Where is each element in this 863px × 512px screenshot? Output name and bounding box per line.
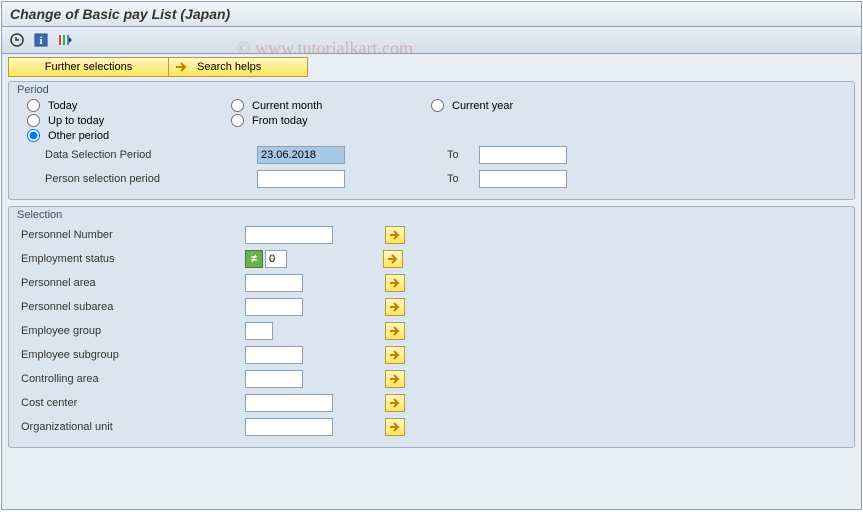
employee-subgroup-multi-button[interactable] xyxy=(385,346,405,364)
employment-status-input[interactable] xyxy=(265,250,287,268)
person-selection-to-input[interactable] xyxy=(479,170,567,188)
personnel-area-label: Personnel area xyxy=(17,277,245,289)
organizational-unit-input[interactable] xyxy=(245,418,333,436)
arrow-right-icon xyxy=(175,61,189,73)
personnel-number-label: Personnel Number xyxy=(17,229,245,241)
to-label-2: To xyxy=(447,173,479,185)
period-group-title: Period xyxy=(17,84,846,98)
person-selection-from-input[interactable] xyxy=(257,170,345,188)
arrow-right-icon xyxy=(387,254,399,264)
personnel-area-multi-button[interactable] xyxy=(385,274,405,292)
radio-other-period[interactable]: Other period xyxy=(27,129,231,142)
employee-subgroup-label: Employee subgroup xyxy=(17,349,245,361)
organizational-unit-label: Organizational unit xyxy=(17,421,245,433)
employee-group-input[interactable] xyxy=(245,322,273,340)
period-group: Period Today Current month Current year … xyxy=(8,81,855,200)
radio-from-today[interactable]: From today xyxy=(231,114,431,127)
person-selection-period-label: Person selection period xyxy=(17,173,229,185)
personnel-number-multi-button[interactable] xyxy=(385,226,405,244)
arrow-right-icon xyxy=(389,398,401,408)
cost-center-multi-button[interactable] xyxy=(385,394,405,412)
search-helps-button[interactable]: Search helps xyxy=(168,57,308,77)
radio-up-to-today[interactable]: Up to today xyxy=(27,114,231,127)
controlling-area-label: Controlling area xyxy=(17,373,245,385)
personnel-subarea-input[interactable] xyxy=(245,298,303,316)
arrow-right-icon xyxy=(389,350,401,360)
employee-group-multi-button[interactable] xyxy=(385,322,405,340)
arrow-right-icon xyxy=(389,302,401,312)
selection-group: Selection Personnel Number Employment st… xyxy=(8,206,855,448)
controlling-area-input[interactable] xyxy=(245,370,303,388)
cost-center-label: Cost center xyxy=(17,397,245,409)
employee-subgroup-input[interactable] xyxy=(245,346,303,364)
employment-status-label: Employment status xyxy=(17,253,245,265)
variant-icon[interactable] xyxy=(56,32,74,48)
radio-current-month[interactable]: Current month xyxy=(231,99,431,112)
data-selection-to-input[interactable] xyxy=(479,146,567,164)
radio-up-to-today-label: Up to today xyxy=(48,115,104,127)
page-title: Change of Basic pay List (Japan) xyxy=(2,2,861,27)
info-icon[interactable]: i xyxy=(32,32,50,48)
svg-text:i: i xyxy=(40,36,43,47)
action-buttons-row: Further selections Search helps xyxy=(8,57,855,77)
personnel-area-input[interactable] xyxy=(245,274,303,292)
radio-current-month-label: Current month xyxy=(252,100,322,112)
arrow-right-icon xyxy=(389,422,401,432)
radio-current-year[interactable]: Current year xyxy=(431,99,631,112)
execute-icon[interactable] xyxy=(8,32,26,48)
personnel-subarea-multi-button[interactable] xyxy=(385,298,405,316)
radio-from-today-label: From today xyxy=(252,115,308,127)
personnel-subarea-label: Personnel subarea xyxy=(17,301,245,313)
controlling-area-multi-button[interactable] xyxy=(385,370,405,388)
data-selection-from-input[interactable] xyxy=(257,146,345,164)
arrow-right-icon xyxy=(389,278,401,288)
radio-current-year-label: Current year xyxy=(452,100,513,112)
radio-today[interactable]: Today xyxy=(27,99,231,112)
personnel-number-input[interactable] xyxy=(245,226,333,244)
further-selections-button[interactable]: Further selections xyxy=(8,57,168,77)
employment-status-multi-button[interactable] xyxy=(383,250,403,268)
arrow-right-icon xyxy=(389,230,401,240)
arrow-right-icon xyxy=(389,326,401,336)
data-selection-period-label: Data Selection Period xyxy=(17,149,229,161)
search-helps-label: Search helps xyxy=(197,61,261,73)
to-label-1: To xyxy=(447,149,479,161)
selection-group-title: Selection xyxy=(17,209,846,223)
cost-center-input[interactable] xyxy=(245,394,333,412)
app-toolbar: i xyxy=(2,27,861,54)
radio-other-period-label: Other period xyxy=(48,130,109,142)
not-equal-icon: ≠ xyxy=(245,250,263,268)
organizational-unit-multi-button[interactable] xyxy=(385,418,405,436)
arrow-right-icon xyxy=(389,374,401,384)
employee-group-label: Employee group xyxy=(17,325,245,337)
radio-today-label: Today xyxy=(48,100,77,112)
